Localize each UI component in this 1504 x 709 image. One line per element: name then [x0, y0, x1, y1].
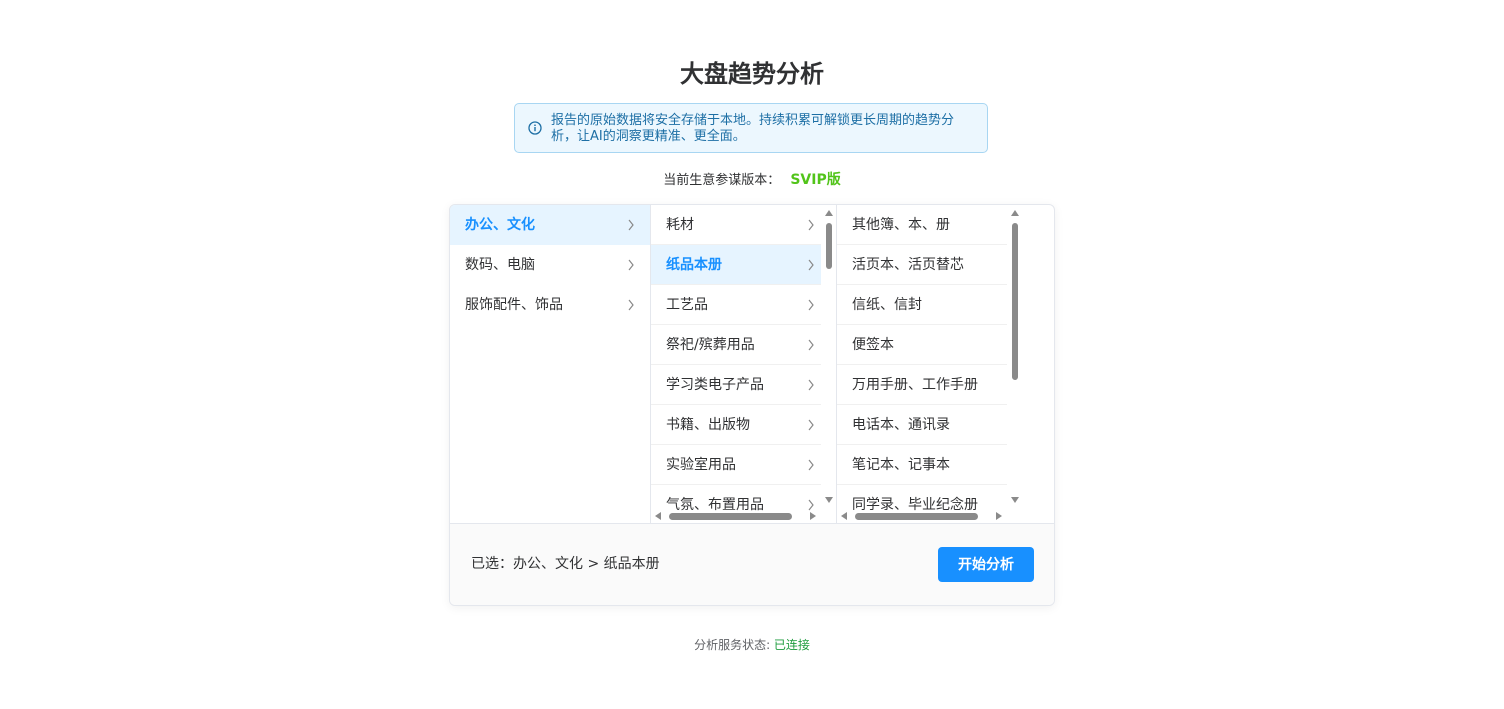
chevron-right-icon	[808, 299, 814, 311]
chevron-right-icon	[628, 259, 634, 271]
category-item-level2[interactable]: 纸品本册	[651, 245, 821, 285]
category-label: 实验室用品	[666, 457, 736, 473]
scrollbar-thumb[interactable]	[669, 513, 792, 520]
version-line: 当前生意参谋版本： SVIP版	[0, 171, 1504, 190]
category-item-level2[interactable]: 耗材	[651, 205, 821, 245]
category-label: 电话本、通讯录	[852, 417, 950, 433]
chevron-right-icon	[628, 299, 634, 311]
scroll-left-icon[interactable]	[655, 512, 661, 520]
category-label: 笔记本、记事本	[852, 457, 950, 473]
info-circle-icon	[528, 121, 542, 135]
scroll-right-icon[interactable]	[996, 512, 1002, 520]
category-label: 纸品本册	[666, 257, 722, 273]
selection-footer: 已选：办公、文化 > 纸品本册 开始分析	[450, 523, 1054, 605]
horizontal-scrollbar[interactable]	[837, 509, 1007, 523]
category-item-level3[interactable]: 便签本	[837, 325, 1007, 365]
status-label: 分析服务状态:	[694, 638, 774, 652]
info-notice: 报告的原始数据将安全存储于本地。持续积累可解锁更长周期的趋势分析，让AI的洞察更…	[514, 103, 988, 153]
chevron-right-icon	[808, 379, 814, 391]
category-label: 学习类电子产品	[666, 377, 764, 393]
cascader-column-level2: 耗材 纸品本册 工艺品 祭祀/殡葬用品 学习类电子产品 书籍、出版物 实验室用品	[651, 205, 837, 523]
scrollbar-thumb[interactable]	[826, 223, 832, 269]
notice-text: 报告的原始数据将安全存储于本地。持续积累可解锁更长周期的趋势分析，让AI的洞察更…	[551, 113, 955, 144]
category-item-level3[interactable]: 信纸、信封	[837, 285, 1007, 325]
category-label: 数码、电脑	[465, 257, 535, 273]
category-label: 其他簿、本、册	[852, 217, 950, 233]
category-item-level1[interactable]: 数码、电脑	[450, 245, 650, 285]
scroll-up-icon[interactable]	[1011, 210, 1019, 216]
scroll-down-icon[interactable]	[1011, 497, 1019, 503]
vertical-scrollbar[interactable]	[1009, 205, 1021, 508]
selected-path: 已选：办公、文化 > 纸品本册	[471, 556, 660, 572]
category-label: 书籍、出版物	[666, 417, 750, 433]
category-label: 工艺品	[666, 297, 708, 313]
category-item-level3[interactable]: 万用手册、工作手册	[837, 365, 1007, 405]
cascader-column-level1: 办公、文化 数码、电脑 服饰配件、饰品	[450, 205, 651, 523]
cascader-column-level3: 其他簿、本、册 活页本、活页替芯 信纸、信封 便签本 万用手册、工作手册 电话本…	[837, 205, 1054, 523]
category-item-level1[interactable]: 服饰配件、饰品	[450, 285, 650, 325]
category-label: 耗材	[666, 217, 694, 233]
category-label: 信纸、信封	[852, 297, 922, 313]
category-item-level1[interactable]: 办公、文化	[450, 205, 650, 245]
scrollbar-thumb[interactable]	[855, 513, 978, 520]
scroll-down-icon[interactable]	[825, 497, 833, 503]
category-item-level2[interactable]: 实验室用品	[651, 445, 821, 485]
category-label: 办公、文化	[465, 217, 535, 233]
category-item-level3[interactable]: 其他簿、本、册	[837, 205, 1007, 245]
chevron-right-icon	[628, 219, 634, 231]
version-label: 当前生意参谋版本：	[663, 173, 781, 188]
chevron-right-icon	[808, 339, 814, 351]
status-value: 已连接	[773, 638, 810, 652]
category-item-level3[interactable]: 笔记本、记事本	[837, 445, 1007, 485]
version-badge: SVIP版	[790, 172, 841, 188]
scroll-up-icon[interactable]	[825, 210, 833, 216]
scrollbar-thumb[interactable]	[1012, 223, 1018, 380]
category-item-level2[interactable]: 学习类电子产品	[651, 365, 821, 405]
chevron-right-icon	[808, 459, 814, 471]
category-label: 服饰配件、饰品	[465, 297, 563, 313]
horizontal-scrollbar[interactable]	[651, 509, 821, 523]
category-item-level3[interactable]: 活页本、活页替芯	[837, 245, 1007, 285]
chevron-right-icon	[808, 219, 814, 231]
category-cascader: 办公、文化 数码、电脑 服饰配件、饰品 耗材 纸品本册 工艺品 祭祀/殡葬用品	[449, 204, 1055, 606]
scroll-right-icon[interactable]	[810, 512, 816, 520]
category-item-level2[interactable]: 工艺品	[651, 285, 821, 325]
category-label: 便签本	[852, 337, 894, 353]
category-item-level2[interactable]: 祭祀/殡葬用品	[651, 325, 821, 365]
vertical-scrollbar[interactable]	[823, 205, 835, 508]
scroll-left-icon[interactable]	[841, 512, 847, 520]
chevron-right-icon	[808, 259, 814, 271]
category-label: 祭祀/殡葬用品	[666, 337, 755, 353]
category-item-level2[interactable]: 书籍、出版物	[651, 405, 821, 445]
category-label: 万用手册、工作手册	[852, 377, 978, 393]
service-status: 分析服务状态: 已连接	[0, 637, 1504, 653]
category-item-level3[interactable]: 电话本、通讯录	[837, 405, 1007, 445]
start-analysis-button[interactable]: 开始分析	[938, 547, 1034, 582]
page-title: 大盘趋势分析	[680, 60, 824, 88]
category-label: 活页本、活页替芯	[852, 257, 964, 273]
chevron-right-icon	[808, 419, 814, 431]
